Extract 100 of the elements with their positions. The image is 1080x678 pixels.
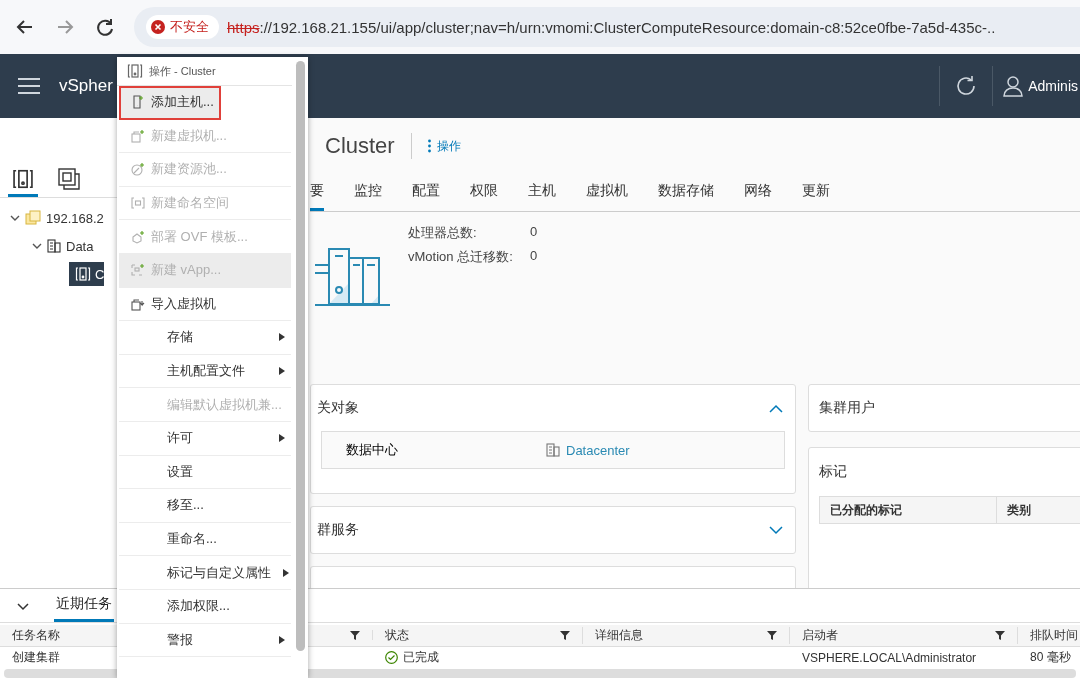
summary-label: vMotion 总迁移数: [408, 248, 514, 266]
menu-item-label: 导入虚拟机 [151, 294, 216, 313]
expand-chevron-icon[interactable] [769, 525, 783, 535]
menu-item-icon [131, 162, 145, 177]
menu-item[interactable]: 许可 [119, 421, 291, 456]
menu-item[interactable]: 设置 [119, 455, 291, 490]
object-tab[interactable]: 配置 [412, 178, 440, 211]
summary-value: 0 [530, 248, 538, 265]
collapse-caret-icon[interactable] [10, 213, 20, 223]
building-icon [546, 443, 560, 457]
submenu-arrow-icon [279, 367, 285, 376]
user-icon[interactable] [1003, 75, 1024, 97]
vertical-scrollbar[interactable] [296, 61, 305, 651]
menu-item-label: 主机配置文件 [167, 362, 245, 381]
menu-item-icon [131, 296, 145, 311]
tree-item-highlight[interactable]: C [69, 262, 105, 286]
user-name[interactable]: Adminis [1028, 78, 1078, 94]
menu-item-label: 许可 [167, 429, 193, 448]
column-header[interactable]: 任务名称 [12, 626, 60, 644]
folder-icon [25, 210, 41, 226]
queued-time-cell: 80 毫秒 [1030, 649, 1071, 667]
submenu-arrow-icon [279, 434, 285, 443]
menu-item-label: 添加主机... [151, 93, 214, 112]
status-cell: 已完成 [403, 649, 439, 667]
object-tab[interactable]: 监控 [354, 178, 382, 211]
vertical-ellipsis-icon [427, 139, 431, 153]
building-icon [47, 239, 61, 253]
object-tab[interactable]: 数据存储 [658, 178, 714, 211]
menu-item-icon [131, 196, 145, 211]
cluster-icon [127, 63, 143, 79]
column-header[interactable]: 详细信息 [595, 626, 643, 644]
column-header[interactable]: 排队时间 [1030, 626, 1078, 644]
menu-item[interactable]: 警报 [119, 623, 291, 658]
card-title: 群服务 [317, 521, 359, 539]
copy-icon [58, 168, 80, 190]
summary-value: 0 [530, 224, 538, 241]
column-header[interactable]: 类别 [997, 497, 1080, 523]
menu-icon[interactable] [18, 77, 40, 95]
menu-item-label: 存储 [167, 328, 193, 347]
column-header[interactable]: 启动者 [802, 626, 838, 644]
menu-item-icon [131, 229, 145, 244]
filter-icon[interactable] [995, 630, 1005, 641]
collapse-caret-icon[interactable] [32, 241, 42, 251]
row-label: 数据中心 [345, 441, 399, 459]
address-bar[interactable]: 不安全 https://192.168.21.155/ui/app/cluster;nav=h/urn:vmomi:ClusterComputeResource:domain-c8:52ce0fbe-7a5d-435c-.. [134, 7, 1080, 47]
column-header[interactable]: 已分配的标记 [820, 497, 997, 523]
menu-item-icon [131, 128, 145, 143]
object-tab[interactable]: 网络 [744, 178, 772, 211]
object-link[interactable]: Datacenter [566, 442, 630, 458]
actions-link[interactable]: 操作 [427, 137, 461, 155]
submenu-arrow-icon [279, 635, 285, 644]
menu-item[interactable]: 添加权限... [119, 589, 291, 624]
summary-label: 处理器总数: [408, 224, 478, 242]
card-title: 关对象 [317, 399, 359, 417]
filter-icon[interactable] [350, 630, 360, 641]
object-title: Cluster [325, 133, 395, 159]
object-tab[interactable]: 主机 [528, 178, 556, 211]
filter-icon[interactable] [767, 630, 777, 641]
menu-item[interactable]: 主机配置文件 [119, 354, 291, 389]
menu-item-label: 新建资源池... [151, 160, 227, 179]
menu-item[interactable]: 移至... [119, 489, 291, 523]
warning-icon [151, 20, 165, 34]
tree-label[interactable]: C [95, 266, 105, 282]
collapse-chevron-icon[interactable] [769, 403, 783, 413]
object-tab[interactable]: 更新 [802, 178, 830, 211]
menu-item-label: 编辑默认虚拟机兼... [167, 395, 282, 414]
menu-item-label: 部署 OVF 模板... [151, 227, 248, 246]
menu-item-label: 警报 [167, 630, 193, 649]
object-tab[interactable]: 虚拟机 [586, 178, 628, 211]
menu-item-label: 设置 [167, 462, 193, 481]
object-tab[interactable]: 权限 [470, 178, 498, 211]
submenu-arrow-icon [283, 568, 289, 577]
filter-icon[interactable] [560, 630, 570, 641]
menu-item-label: 添加权限... [167, 597, 230, 616]
menu-item-label: 重命名... [167, 530, 217, 548]
check-circle-icon [385, 651, 398, 665]
menu-item-label: 移至... [167, 496, 204, 515]
card-title: 集群用户 [819, 399, 875, 417]
recent-tasks-tab[interactable]: 近期任务 [54, 594, 114, 622]
security-badge[interactable]: 不安全 [146, 15, 219, 39]
menu-item-label: 标记与自定义属性 [167, 563, 271, 582]
column-header[interactable]: 状态 [385, 626, 409, 644]
url-text: https://192.168.21.155/ui/app/cluster;nav=h/urn:vmomi:ClusterComputeResource:domain-c8:52ce0fbe-7a5d-435c-.. [227, 18, 996, 36]
menu-item-icon [131, 95, 145, 110]
menu-item[interactable]: 标记与自定义属性 [119, 556, 291, 590]
reload-icon[interactable] [94, 16, 116, 38]
menu-title: 操作 - Cluster [149, 63, 216, 79]
menu-item-label: 新建虚拟机... [151, 126, 227, 145]
menu-item[interactable]: 添加主机... [119, 86, 221, 120]
menu-item[interactable]: 重命名... [119, 522, 291, 557]
cluster-icon [75, 266, 91, 282]
tree-label[interactable]: 192.168.2 [46, 210, 104, 226]
submenu-arrow-icon [279, 333, 285, 342]
task-name-cell: 创建集群 [12, 649, 60, 667]
menu-item[interactable]: 存储 [119, 321, 291, 355]
cluster-icon [12, 168, 34, 190]
menu-item[interactable]: 导入虚拟机 [119, 287, 291, 322]
tree-label[interactable]: Data [66, 238, 94, 254]
menu-item-icon [131, 263, 145, 278]
card-title: 标记 [819, 463, 847, 481]
